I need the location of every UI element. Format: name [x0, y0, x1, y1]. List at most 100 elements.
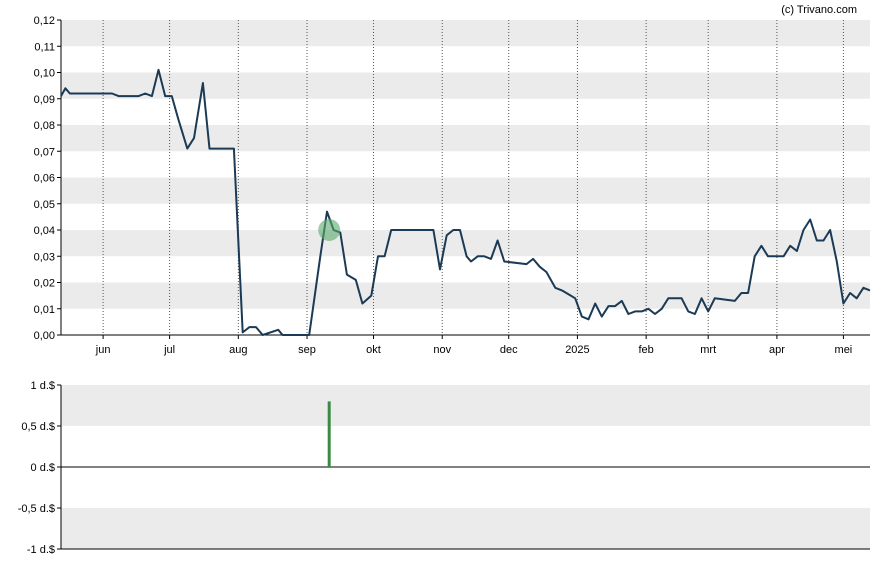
- price-point: [842, 303, 844, 305]
- x-tick-label: feb: [638, 344, 653, 356]
- price-point: [69, 93, 71, 95]
- y-tick-label: 0 d.$: [31, 462, 55, 474]
- price-point: [869, 289, 871, 291]
- price-panel: jun jul aug sep okt nov dec 2025 feb mrt apr mei 0,0…: [34, 15, 871, 356]
- x-tick-label: sep: [298, 344, 316, 356]
- y-tick-label: 0,08: [34, 120, 55, 132]
- price-point: [809, 219, 811, 221]
- price-point: [466, 255, 468, 257]
- price-point: [483, 255, 485, 257]
- grid-band: [61, 508, 870, 549]
- price-point: [377, 255, 379, 257]
- price-point: [816, 240, 818, 242]
- price-point: [224, 148, 226, 150]
- y-tick-label: 0,5 d.$: [21, 421, 55, 433]
- price-point: [796, 250, 798, 252]
- price-point: [570, 295, 572, 297]
- price-point: [836, 261, 838, 263]
- price-point: [308, 334, 310, 336]
- price-point: [370, 295, 372, 297]
- price-point: [302, 334, 304, 336]
- price-point: [532, 258, 534, 260]
- y-tick-label: 0,09: [34, 94, 55, 106]
- price-point: [186, 148, 188, 150]
- price-point: [193, 137, 195, 139]
- price-point: [783, 255, 785, 257]
- dividend-bar: [327, 401, 331, 467]
- price-point: [202, 82, 204, 84]
- credit-label: (c) Trivano.com: [781, 4, 857, 16]
- price-point: [64, 87, 66, 89]
- y-tick-label: 0,00: [34, 330, 55, 342]
- price-point: [164, 95, 166, 97]
- price-point: [607, 305, 609, 307]
- price-point: [490, 258, 492, 260]
- price-point: [627, 313, 629, 315]
- x-tick-label: mrt: [700, 344, 716, 356]
- price-point: [248, 326, 250, 328]
- dividend-panel: -1 d.$ -0,5 d.$ 0 d.$ 0,5 d.$ 1 d.$: [18, 380, 870, 556]
- y-tick-label: 0,03: [34, 251, 55, 263]
- price-point: [361, 303, 363, 305]
- price-point: [760, 245, 762, 247]
- price-point: [539, 266, 541, 268]
- x-tick-label: 2025: [565, 344, 589, 356]
- price-point: [384, 255, 386, 257]
- price-point: [497, 240, 499, 242]
- price-point: [701, 297, 703, 299]
- price-point: [588, 318, 590, 320]
- y-tick-label: 0,10: [34, 68, 55, 80]
- x-tick-label: nov: [433, 344, 451, 356]
- price-point: [561, 289, 563, 291]
- price-point: [849, 292, 851, 294]
- price-point: [694, 313, 696, 315]
- price-point: [277, 329, 279, 331]
- price-point: [432, 229, 434, 231]
- grid-band: [61, 177, 870, 204]
- price-point: [390, 229, 392, 231]
- y-tick-label: 0,01: [34, 304, 55, 316]
- y-tick-label: 0,02: [34, 278, 55, 290]
- grid-band: [61, 20, 870, 47]
- price-point: [446, 234, 448, 236]
- y-tick-label: 0,07: [34, 146, 55, 158]
- price-point: [355, 279, 357, 281]
- price-point: [144, 93, 146, 95]
- price-point: [503, 261, 505, 263]
- price-point: [233, 148, 235, 150]
- price-point: [209, 148, 211, 150]
- stock-chart: jun jul aug sep okt nov dec 2025 feb mrt apr mei 0,0…: [18, 4, 871, 556]
- x-tick-label: aug: [229, 344, 247, 356]
- price-point: [621, 300, 623, 302]
- price-point: [594, 303, 596, 305]
- price-point: [138, 95, 140, 97]
- y-tick-label: 0,04: [34, 225, 55, 237]
- grid-band: [61, 125, 870, 152]
- price-point: [452, 229, 454, 231]
- x-tick-label: apr: [769, 344, 785, 356]
- price-point: [242, 331, 244, 333]
- price-point: [477, 255, 479, 257]
- price-point: [747, 292, 749, 294]
- event-marker: [318, 219, 341, 241]
- price-point: [681, 297, 683, 299]
- price-point: [319, 255, 321, 257]
- price-point: [525, 263, 527, 265]
- price-point: [601, 316, 603, 318]
- price-point: [171, 95, 173, 97]
- y-tick-label: 0,11: [34, 41, 55, 53]
- x-tick-label: mei: [835, 344, 853, 356]
- price-point: [822, 240, 824, 242]
- price-point: [661, 308, 663, 310]
- grid-band: [61, 72, 870, 99]
- y-tick-label: 0,06: [34, 173, 55, 185]
- price-point: [707, 310, 709, 312]
- price-point: [687, 310, 689, 312]
- x-tick-label: okt: [366, 344, 381, 356]
- price-point: [545, 271, 547, 273]
- y-tick-label: -0,5 d.$: [18, 503, 55, 515]
- price-point: [439, 268, 441, 270]
- price-point: [754, 255, 756, 257]
- x-tick-label: jun: [95, 344, 111, 356]
- price-point: [581, 316, 583, 318]
